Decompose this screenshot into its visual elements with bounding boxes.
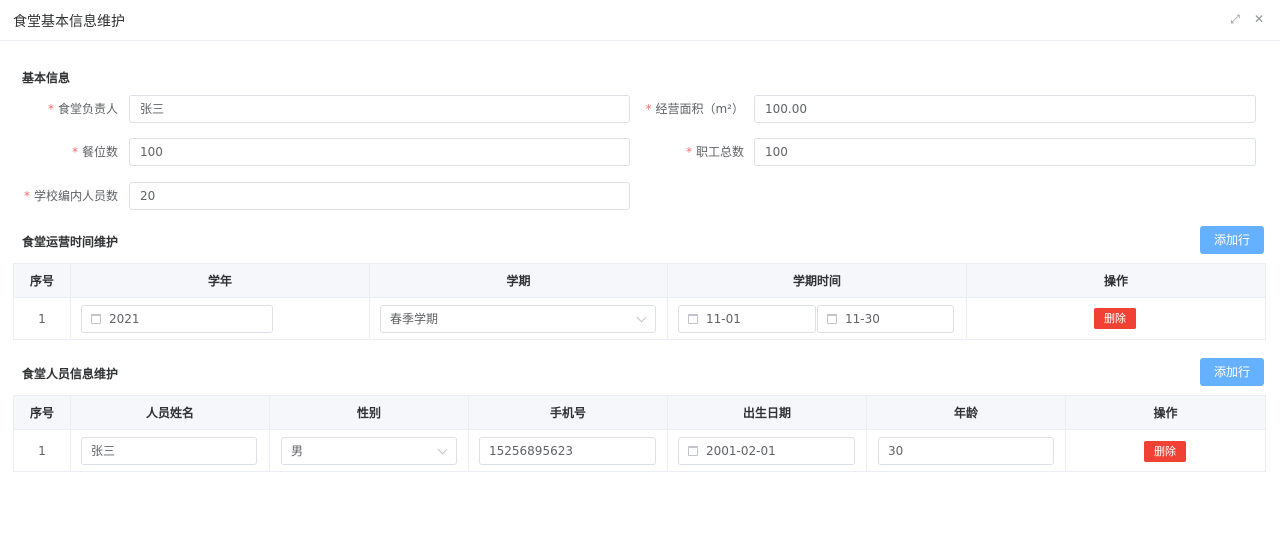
school-staff-input[interactable]: 20 xyxy=(129,182,630,210)
required-mark: * xyxy=(23,189,30,203)
term-select[interactable]: 春季学期 xyxy=(380,305,656,333)
staff-total-label: * 职工总数 xyxy=(685,145,744,159)
term-time-cell: 11-01 11-30 xyxy=(667,297,967,340)
header-term: 学期 xyxy=(369,263,668,298)
header-age: 年龄 xyxy=(866,395,1066,430)
manager-label: * 食堂负责人 xyxy=(47,102,118,116)
required-mark: * xyxy=(71,145,78,159)
table-header-row: 序号 人员姓名 性别 手机号 出生日期 年龄 操作 xyxy=(13,395,1266,430)
school-staff-label: * 学校编内人员数 xyxy=(23,189,118,203)
header-actions: 操作 xyxy=(1065,395,1266,430)
header-term-time: 学期时间 xyxy=(667,263,967,298)
term-end-picker[interactable]: 11-30 xyxy=(817,305,954,333)
staff-total-input[interactable]: 100 xyxy=(754,138,1256,166)
chevron-down-icon xyxy=(636,312,647,323)
operation-table: 序号 学年 学期 学期时间 操作 1 2021 春季学期 11-01 11-30… xyxy=(13,263,1266,340)
table-header-row: 序号 学年 学期 学期时间 操作 xyxy=(13,263,1266,298)
age-cell: 30 xyxy=(866,429,1066,472)
row-index: 1 xyxy=(13,429,71,472)
actions-cell: 删除 xyxy=(1065,429,1266,472)
required-mark: * xyxy=(645,102,652,116)
fullscreen-icon[interactable]: ⤢ xyxy=(1228,11,1242,27)
seats-input[interactable]: 100 xyxy=(129,138,630,166)
dialog-title: 食堂基本信息维护 xyxy=(13,14,125,30)
table-row: 1 张三 男 15256895623 2001-02-01 30 删除 xyxy=(13,429,1266,472)
basic-info-title: 基本信息 xyxy=(22,71,71,85)
staff-section-title: 食堂人员信息维护 xyxy=(22,367,119,381)
term-start-picker[interactable]: 11-01 xyxy=(678,305,816,333)
name-input[interactable]: 张三 xyxy=(81,437,257,465)
header-gender: 性别 xyxy=(269,395,469,430)
row-index: 1 xyxy=(13,297,71,340)
delete-button[interactable]: 删除 xyxy=(1144,441,1186,462)
calendar-icon xyxy=(91,314,101,324)
age-input[interactable]: 30 xyxy=(878,437,1054,465)
header-year: 学年 xyxy=(70,263,370,298)
chevron-down-icon xyxy=(437,444,448,455)
seats-label: * 餐位数 xyxy=(71,145,118,159)
year-picker[interactable]: 2021 xyxy=(81,305,273,333)
operation-section-title: 食堂运营时间维护 xyxy=(22,235,119,249)
area-label: * 经营面积（m²） xyxy=(645,102,744,116)
manager-input[interactable]: 张三 xyxy=(129,95,630,123)
term-cell: 春季学期 xyxy=(369,297,668,340)
header-actions: 操作 xyxy=(966,263,1266,298)
calendar-icon xyxy=(688,314,698,324)
required-mark: * xyxy=(685,145,692,159)
phone-cell: 15256895623 xyxy=(468,429,668,472)
required-mark: * xyxy=(47,102,54,116)
name-cell: 张三 xyxy=(70,429,270,472)
delete-button[interactable]: 删除 xyxy=(1094,308,1136,329)
area-input[interactable]: 100.00 xyxy=(754,95,1256,123)
dialog-header: 食堂基本信息维护 ⤢ ✕ xyxy=(0,0,1280,41)
table-row: 1 2021 春季学期 11-01 11-30 删除 xyxy=(13,297,1266,340)
header-phone: 手机号 xyxy=(468,395,668,430)
staff-table: 序号 人员姓名 性别 手机号 出生日期 年龄 操作 1 张三 男 1525689… xyxy=(13,395,1266,472)
birthday-cell: 2001-02-01 xyxy=(667,429,867,472)
calendar-icon xyxy=(827,314,837,324)
calendar-icon xyxy=(688,446,698,456)
header-name: 人员姓名 xyxy=(70,395,270,430)
gender-select[interactable]: 男 xyxy=(281,437,457,465)
birthday-picker[interactable]: 2001-02-01 xyxy=(678,437,855,465)
header-index: 序号 xyxy=(13,395,71,430)
add-operation-row-button[interactable]: 添加行 xyxy=(1200,226,1264,254)
add-staff-row-button[interactable]: 添加行 xyxy=(1200,358,1264,386)
header-index: 序号 xyxy=(13,263,71,298)
header-birthday: 出生日期 xyxy=(667,395,867,430)
gender-cell: 男 xyxy=(269,429,469,472)
actions-cell: 删除 xyxy=(966,297,1266,340)
year-cell: 2021 xyxy=(70,297,370,340)
close-icon[interactable]: ✕ xyxy=(1252,11,1266,27)
phone-input[interactable]: 15256895623 xyxy=(479,437,656,465)
